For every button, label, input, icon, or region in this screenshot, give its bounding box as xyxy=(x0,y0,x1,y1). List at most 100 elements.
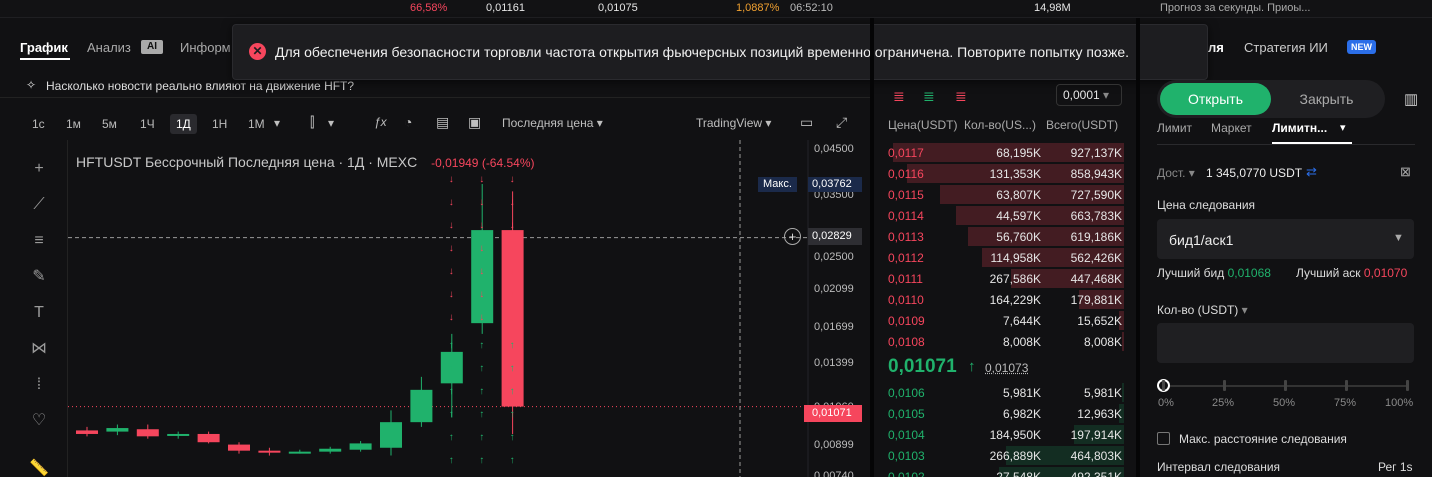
slider-pct-label[interactable]: 100% xyxy=(1385,397,1413,409)
price-chart[interactable]: ↓ ↓ ↓ ↓ ↓ ↓ ↓ ↑ ↑ ↑ ↑ ↑ ↑ ↓ ↓ ↓ ↓ ↓ ↓ ↓ ↑ ↑ ↑ ↑ ↑ ↑ ↓ ↓ ↓ ↓ ↓ ↓ ↓ ↑ ↑ ↑ ↑ ↑ ↑ xyxy=(68,140,872,477)
close-button[interactable]: Закрыть xyxy=(1271,83,1382,115)
interval-value[interactable]: Рег 1s xyxy=(1378,460,1413,474)
window-icon[interactable]: ▭ xyxy=(800,114,813,131)
fullscreen-icon[interactable]: ⤢ xyxy=(836,114,847,131)
price-type-select[interactable]: Последняя цена ▾ xyxy=(502,116,603,130)
trendline-icon[interactable]: ⟋ xyxy=(28,194,50,216)
orderbook-row[interactable]: 0,0103 266,889K 464,803K xyxy=(888,446,1124,467)
orderbook-row[interactable]: 0,0104 184,950K 197,914K xyxy=(888,425,1124,446)
slider-pct-label[interactable]: 50% xyxy=(1273,397,1295,409)
buy-signal-icon: ↑ xyxy=(479,340,484,351)
price-tick: 0,04500 xyxy=(814,143,854,155)
sell-signal-icon: ↓ xyxy=(449,220,454,231)
orderbook-row[interactable]: 0,0114 44,597K 663,783K xyxy=(888,206,1124,227)
candle-type-dropdown-icon[interactable]: ▾ xyxy=(328,116,334,130)
slider-pct-label[interactable]: 75% xyxy=(1334,397,1356,409)
row-qty: 6,982K xyxy=(1003,407,1041,421)
buy-signal-icon: ↑ xyxy=(479,409,484,420)
mark-price[interactable]: 0,01073 xyxy=(985,361,1028,375)
pattern-icon[interactable]: ⋈ xyxy=(28,338,50,360)
orderbook-row[interactable]: 0,0102 27,548K 492,351K xyxy=(888,467,1124,477)
follow-price-select[interactable]: бид1/аск1 ▼ xyxy=(1157,219,1414,259)
calculator-icon[interactable]: ▥ xyxy=(1404,90,1418,108)
order-type-trailing[interactable]: Лимитн... xyxy=(1272,121,1327,135)
view-select[interactable]: TradingView ▾ xyxy=(696,116,771,130)
candle-body-4 xyxy=(198,434,220,442)
tab-chart[interactable]: График xyxy=(20,40,68,55)
best-ask[interactable]: Лучший аск 0,01070 xyxy=(1296,266,1407,280)
interval-dropdown-icon[interactable]: ▾ xyxy=(274,116,280,130)
price-tick: 0,01399 xyxy=(814,357,854,369)
row-price: 0,0112 xyxy=(888,251,924,265)
row-price: 0,0108 xyxy=(888,335,925,349)
open-button[interactable]: Открыть xyxy=(1160,83,1271,115)
text-tool-icon[interactable]: T xyxy=(28,302,50,324)
ai-news-icon: ✧ xyxy=(26,78,36,92)
order-type-limit[interactable]: Лимит xyxy=(1157,121,1192,135)
layout-icon[interactable]: ▤ xyxy=(436,114,449,131)
interval-3[interactable]: 1Ч xyxy=(134,114,161,134)
fib-lines-icon[interactable]: ≡ xyxy=(28,230,50,252)
interval-0[interactable]: 1с xyxy=(26,114,51,134)
interval-6[interactable]: 1М xyxy=(242,114,271,134)
price-tick: 0,02099 xyxy=(814,283,854,295)
avail-value: 1 345,0770 USDT xyxy=(1206,166,1302,180)
precision-select[interactable]: 0,0001 ▾ xyxy=(1056,84,1122,106)
interval-5[interactable]: 1Н xyxy=(206,114,233,134)
max-distance-checkbox[interactable] xyxy=(1157,432,1170,445)
crosshair-icon[interactable]: + xyxy=(28,158,50,180)
sell-signal-icon: ↓ xyxy=(479,243,484,254)
slider-pct-label[interactable]: 25% xyxy=(1212,397,1234,409)
orderbook-row[interactable]: 0,0106 5,981K 5,981K xyxy=(888,383,1124,404)
orderbook-row[interactable]: 0,0109 7,644K 15,652K xyxy=(888,311,1124,332)
orderbook-row[interactable]: 0,0116 131,353K 858,943K xyxy=(888,164,1124,185)
ruler-icon[interactable]: 📏 xyxy=(28,458,50,477)
best-bid[interactable]: Лучший бид 0,01068 xyxy=(1157,266,1271,280)
indicators-icon[interactable]: ƒx xyxy=(374,115,387,129)
book-asks-icon[interactable]: ≣ xyxy=(955,88,967,105)
favorite-icon[interactable]: ♡ xyxy=(28,410,50,432)
transfer-icon[interactable]: ⇄ xyxy=(1306,164,1317,180)
orderbook-row[interactable]: 0,0113 56,760K 619,186K xyxy=(888,227,1124,248)
tab-info[interactable]: Информ xyxy=(180,40,231,55)
orderbook-row[interactable]: 0,0117 68,195K 927,137K xyxy=(888,143,1124,164)
book-bids-icon[interactable]: ≣ xyxy=(923,88,935,105)
fee-icon[interactable]: ⊠ xyxy=(1400,164,1411,180)
orderbook-row[interactable]: 0,0108 8,008K 8,008K xyxy=(888,332,1124,353)
tab-ai-strategy[interactable]: Стратегия ИИ xyxy=(1244,40,1328,55)
row-price: 0,0115 xyxy=(888,188,924,202)
measure-icon[interactable]: ⁞ xyxy=(28,374,50,396)
order-type-dropdown-icon[interactable]: ▾ xyxy=(1340,121,1346,134)
ticker-news[interactable]: Прогноз за секунды. Приоы... xyxy=(1160,2,1310,14)
row-qty: 7,644K xyxy=(1003,314,1041,328)
brush-icon[interactable]: ✎ xyxy=(28,266,50,288)
slider-pct-label[interactable]: 0% xyxy=(1158,397,1174,409)
speedometer-icon[interactable]: ◔ xyxy=(404,114,412,130)
tab-analysis[interactable]: Анализ xyxy=(87,40,131,55)
orderbook-row[interactable]: 0,0105 6,982K 12,963K xyxy=(888,404,1124,425)
row-price: 0,0102 xyxy=(888,470,925,477)
row-price: 0,0110 xyxy=(888,293,924,307)
interval-2[interactable]: 5м xyxy=(96,114,123,134)
orderbook-row[interactable]: 0,0110 164,229K 179,881K xyxy=(888,290,1124,311)
orderbook-row[interactable]: 0,0115 63,807K 727,590K xyxy=(888,185,1124,206)
crosshair-plus-icon[interactable]: + xyxy=(784,228,801,245)
camera-icon[interactable]: ▣ xyxy=(468,114,481,131)
order-type-market[interactable]: Маркет xyxy=(1211,121,1252,135)
qty-input[interactable] xyxy=(1157,323,1414,363)
row-price: 0,0116 xyxy=(888,167,924,181)
qty-label[interactable]: Кол-во (USDT) ▾ xyxy=(1157,303,1248,317)
ticker-value-1: 0,01161 xyxy=(486,2,525,14)
orderbook-row[interactable]: 0,0111 267,586K 447,468K xyxy=(888,269,1124,290)
interval-4[interactable]: 1Д xyxy=(170,114,197,134)
news-headline: Насколько новости реально влияют на движ… xyxy=(46,79,354,93)
candle-type-icon[interactable]: ⫿ xyxy=(310,114,314,131)
buy-signal-icon: ↑ xyxy=(479,432,484,443)
tab-position[interactable]: ля xyxy=(1208,40,1224,55)
row-qty: 27,548K xyxy=(996,470,1041,477)
interval-1[interactable]: 1м xyxy=(60,114,87,134)
book-both-icon[interactable]: ≣ xyxy=(893,88,905,105)
panel-divider-1 xyxy=(870,18,874,477)
row-total: 15,652K xyxy=(1077,314,1122,328)
orderbook-row[interactable]: 0,0112 114,958K 562,426K xyxy=(888,248,1124,269)
